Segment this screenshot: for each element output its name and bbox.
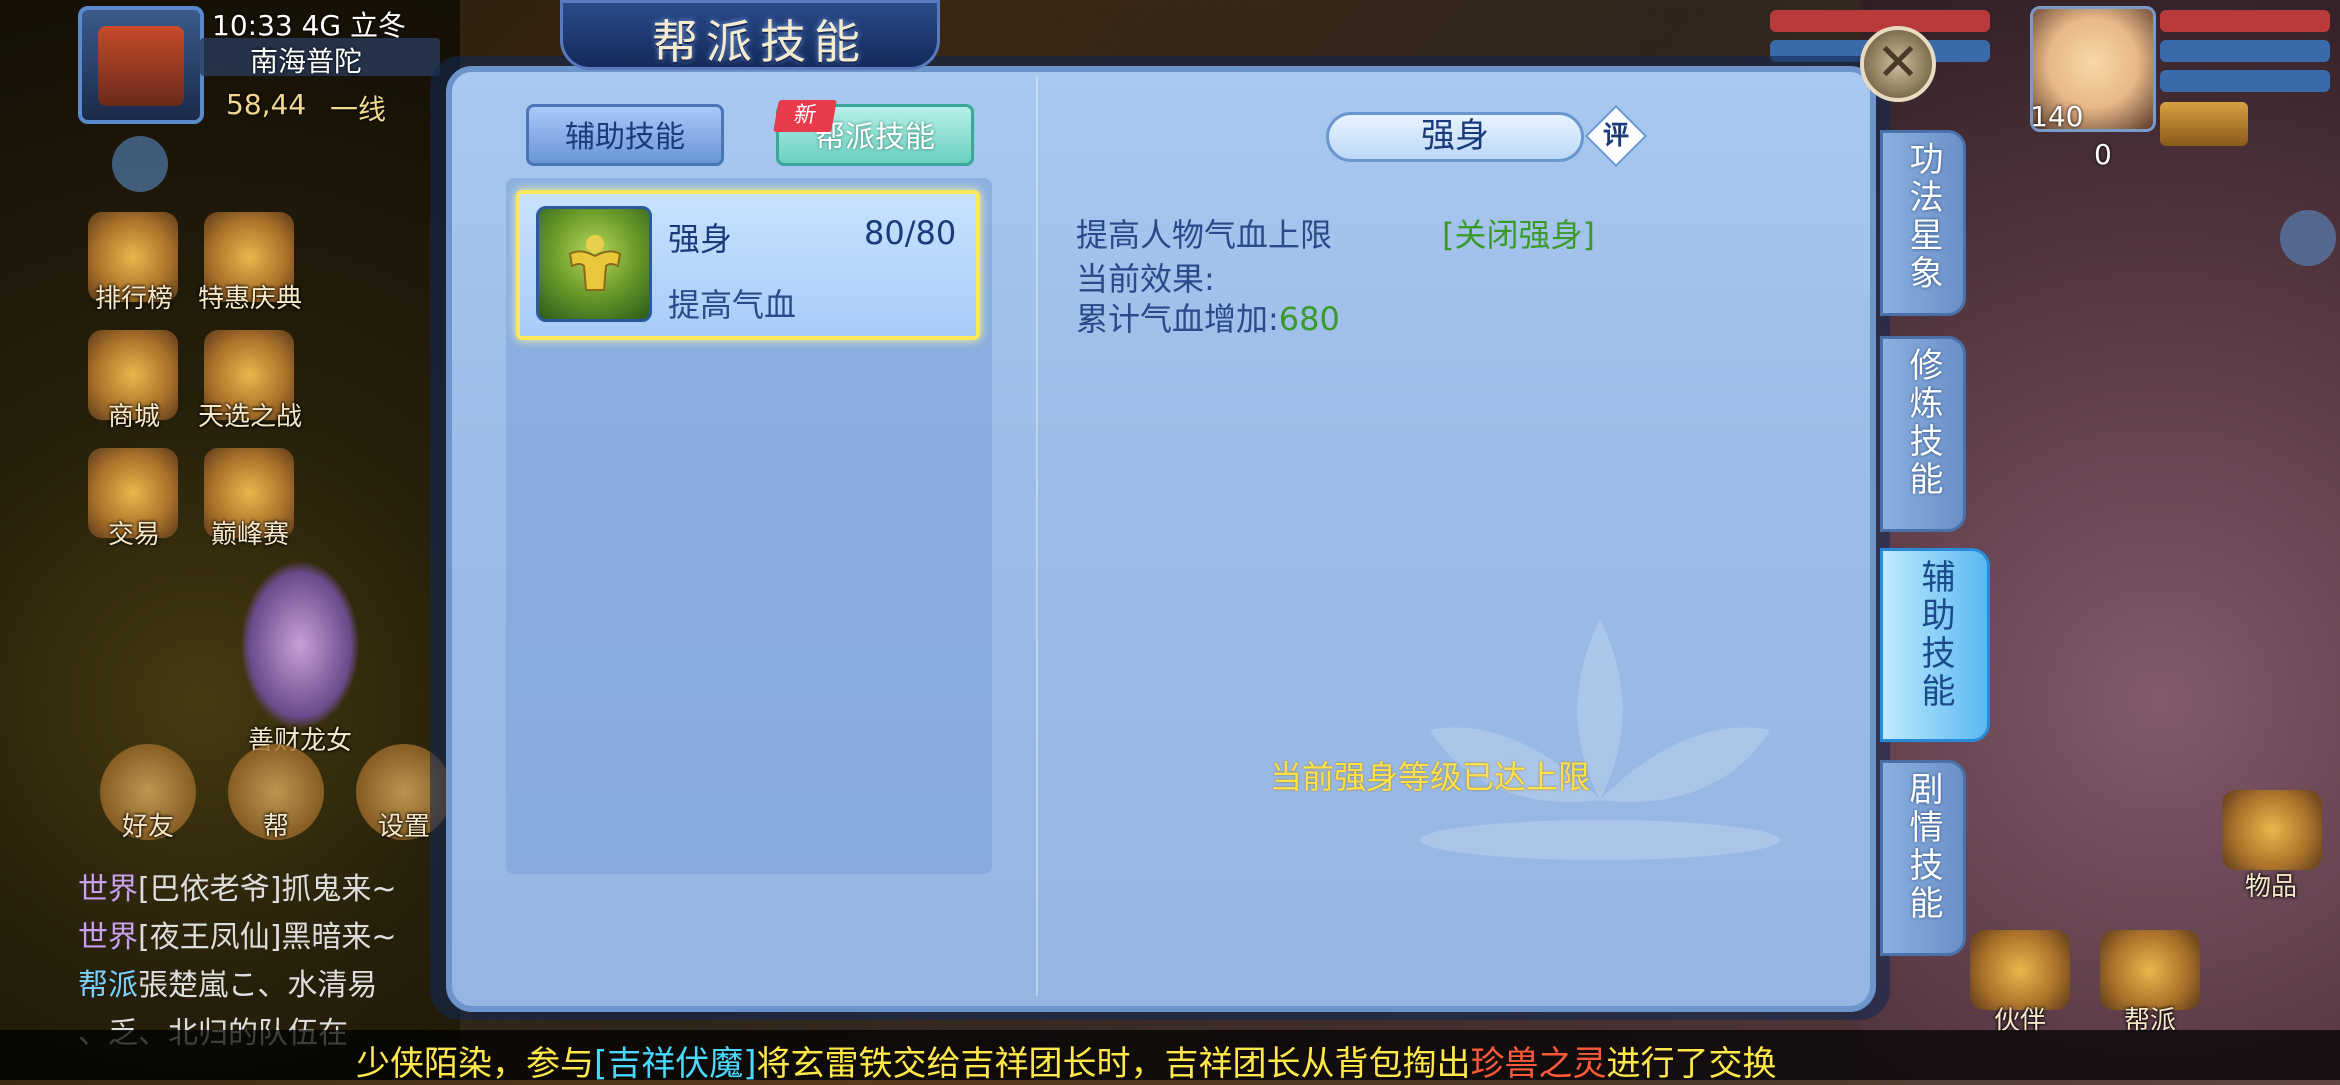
chat-line: 世界[夜王凤仙]黑暗来~ (78, 920, 397, 955)
guild-icon[interactable] (2100, 930, 2200, 1010)
close-button[interactable]: ✕ (1860, 26, 1936, 102)
chat-line: 帮派張楚嵐こ、水清易 (78, 968, 378, 1003)
side-tab-label: 辅助技能 (1915, 559, 1955, 711)
friends-label: 好友 (121, 812, 174, 842)
detail-line-3: 累计气血增加:680 (1076, 294, 1340, 340)
line-selector[interactable]: 一线 (330, 88, 386, 128)
player-avatar[interactable] (78, 6, 204, 124)
hp-increase-value: 680 (1278, 300, 1340, 338)
skill-level: 80/80 (864, 214, 957, 252)
partner-icon[interactable] (1970, 930, 2070, 1010)
guild-voice-label: 帮 (262, 812, 289, 842)
eval-label: 评 (1602, 121, 1629, 151)
pet-level: 140 (2030, 100, 2084, 133)
toggle-skill-link[interactable]: [关闭强身] (1442, 210, 1595, 256)
pet-hp-bar (2160, 10, 2330, 32)
side-tab-label: 剧情技能 (1903, 771, 1943, 923)
skill-name: 强身 (668, 220, 733, 258)
max-level-status: 当前强身等级已达上限 (1269, 758, 1590, 796)
collapse-up-icon[interactable] (112, 136, 168, 192)
new-badge: 新 (773, 100, 837, 132)
menu-label-peak: 巅峰赛 (210, 520, 289, 550)
event-link[interactable]: [吉祥伏魔] (594, 1044, 757, 1084)
panel-divider (1036, 76, 1038, 996)
side-tab-story[interactable]: 剧情技能 (1880, 760, 1966, 956)
npc-figure[interactable] (240, 560, 360, 730)
bag-label: 物品 (2244, 872, 2297, 902)
skill-description: 提高气血 (668, 286, 797, 324)
side-tab-aux-active[interactable]: 辅助技能 (1880, 548, 1990, 742)
item-highlight: 珍兽之灵 (1470, 1044, 1607, 1084)
pet-mp-bar (2160, 40, 2330, 62)
announcement-text: 少侠陌染，参与[吉祥伏魔]将玄雷铁交给吉祥团长时，吉祥团长从背包掏出珍兽之灵进行… (356, 1044, 1777, 1084)
buff-icons[interactable] (2160, 102, 2248, 146)
lotus-watermark-icon (1420, 620, 1780, 860)
side-tab-cultivation[interactable]: 修炼技能 (1880, 336, 1966, 532)
muscle-icon (568, 235, 622, 291)
menu-label-battle: 天选之战 (197, 402, 302, 432)
hp-increase-label: 累计气血增加: (1076, 300, 1279, 338)
right-counter: 0 (2094, 138, 2112, 171)
collapse-left-icon[interactable] (2280, 210, 2336, 266)
close-icon: ✕ (1876, 33, 1920, 93)
location-name[interactable]: 南海普陀 (250, 40, 362, 80)
coords: 58,44 (226, 88, 307, 121)
menu-label-celebration: 特惠庆典 (197, 284, 302, 314)
detail-title: 强身 (1421, 116, 1489, 156)
tab-aux-skills[interactable]: 辅助技能 (526, 104, 724, 166)
chat-box[interactable]: 世界[巴依老爷]抓鬼来~ 世界[夜王凤仙]黑暗来~ 帮派張楚嵐こ、水清易 、乏、… (78, 866, 458, 1051)
player-hp-bar (1770, 10, 1990, 32)
pet-exp-bar (2160, 70, 2330, 92)
detail-line-1: 提高人物气血上限 (1076, 216, 1333, 254)
side-tab-label: 功法星象 (1903, 141, 1943, 293)
panel-title: 帮派技能 (652, 15, 868, 69)
side-tab-label: 修炼技能 (1903, 347, 1943, 499)
side-tab-gongfa[interactable]: 功法星象 (1880, 130, 1966, 316)
chat-line: 世界[巴依老爷]抓鬼来~ (78, 872, 397, 907)
bag-icon[interactable] (2222, 790, 2322, 870)
